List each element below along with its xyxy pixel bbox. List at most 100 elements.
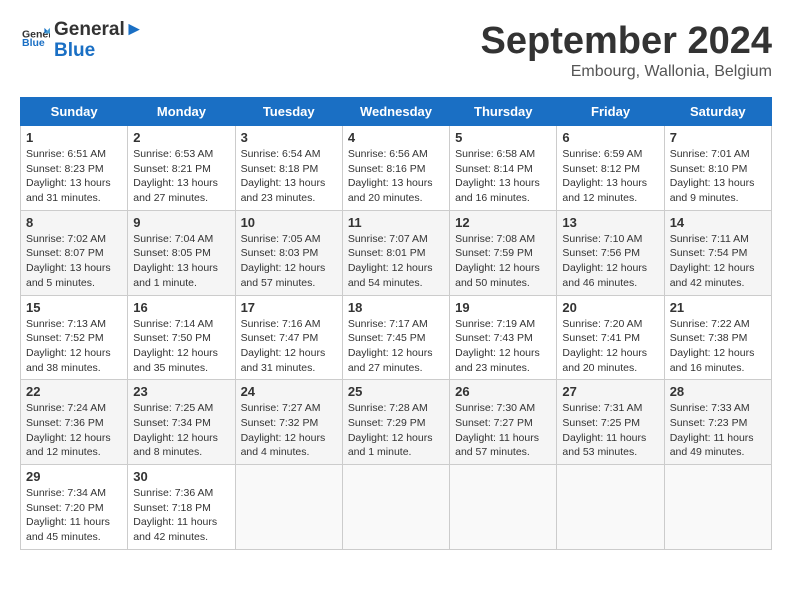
day-number: 9 (133, 215, 229, 230)
day-number: 10 (241, 215, 337, 230)
day-info: Sunrise: 7:31 AM Sunset: 7:25 PM Dayligh… (562, 401, 658, 460)
day-info: Sunrise: 7:24 AM Sunset: 7:36 PM Dayligh… (26, 401, 122, 460)
weekday-header-friday: Friday (557, 98, 664, 126)
empty-cell (557, 465, 664, 550)
day-info: Sunrise: 7:30 AM Sunset: 7:27 PM Dayligh… (455, 401, 551, 460)
day-info: Sunrise: 7:28 AM Sunset: 7:29 PM Dayligh… (348, 401, 444, 460)
day-number: 23 (133, 384, 229, 399)
day-number: 24 (241, 384, 337, 399)
day-number: 2 (133, 130, 229, 145)
empty-cell (235, 465, 342, 550)
day-cell-29: 29 Sunrise: 7:34 AM Sunset: 7:20 PM Dayli… (21, 465, 128, 550)
day-info: Sunrise: 7:17 AM Sunset: 7:45 PM Dayligh… (348, 317, 444, 376)
title-block: September 2024 Embourg, Wallonia, Belgiu… (481, 20, 773, 81)
day-number: 11 (348, 215, 444, 230)
calendar-week-1: 1 Sunrise: 6:51 AM Sunset: 8:23 PM Daylig… (21, 126, 772, 211)
day-number: 20 (562, 300, 658, 315)
day-cell-26: 26 Sunrise: 7:30 AM Sunset: 7:27 PM Dayli… (450, 380, 557, 465)
calendar-week-5: 29 Sunrise: 7:34 AM Sunset: 7:20 PM Dayli… (21, 465, 772, 550)
day-cell-12: 12 Sunrise: 7:08 AM Sunset: 7:59 PM Dayli… (450, 210, 557, 295)
day-info: Sunrise: 7:04 AM Sunset: 8:05 PM Dayligh… (133, 232, 229, 291)
day-number: 25 (348, 384, 444, 399)
day-info: Sunrise: 7:07 AM Sunset: 8:01 PM Dayligh… (348, 232, 444, 291)
day-number: 15 (26, 300, 122, 315)
day-info: Sunrise: 7:19 AM Sunset: 7:43 PM Dayligh… (455, 317, 551, 376)
day-info: Sunrise: 7:27 AM Sunset: 7:32 PM Dayligh… (241, 401, 337, 460)
day-number: 3 (241, 130, 337, 145)
day-info: Sunrise: 7:25 AM Sunset: 7:34 PM Dayligh… (133, 401, 229, 460)
day-number: 13 (562, 215, 658, 230)
day-cell-6: 6 Sunrise: 6:59 AM Sunset: 8:12 PM Daylig… (557, 126, 664, 211)
day-cell-8: 8Sunrise: 7:02 AM Sunset: 8:07 PM Daylig… (21, 210, 128, 295)
day-number: 28 (670, 384, 766, 399)
day-cell-19: 19 Sunrise: 7:19 AM Sunset: 7:43 PM Dayli… (450, 295, 557, 380)
day-number: 27 (562, 384, 658, 399)
day-cell-3: 3 Sunrise: 6:54 AM Sunset: 8:18 PM Daylig… (235, 126, 342, 211)
day-cell-24: 24 Sunrise: 7:27 AM Sunset: 7:32 PM Dayli… (235, 380, 342, 465)
weekday-header-tuesday: Tuesday (235, 98, 342, 126)
day-cell-15: 15Sunrise: 7:13 AM Sunset: 7:52 PM Dayli… (21, 295, 128, 380)
day-info: Sunrise: 7:33 AM Sunset: 7:23 PM Dayligh… (670, 401, 766, 460)
day-number: 5 (455, 130, 551, 145)
day-info: Sunrise: 7:08 AM Sunset: 7:59 PM Dayligh… (455, 232, 551, 291)
day-number: 7 (670, 130, 766, 145)
day-number: 29 (26, 469, 122, 484)
day-cell-22: 22 Sunrise: 7:24 AM Sunset: 7:36 PM Dayli… (21, 380, 128, 465)
day-cell-20: 20 Sunrise: 7:20 AM Sunset: 7:41 PM Dayli… (557, 295, 664, 380)
day-info: Sunrise: 7:10 AM Sunset: 7:56 PM Dayligh… (562, 232, 658, 291)
day-cell-27: 27 Sunrise: 7:31 AM Sunset: 7:25 PM Dayli… (557, 380, 664, 465)
day-number: 6 (562, 130, 658, 145)
day-cell-7: 7 Sunrise: 7:01 AM Sunset: 8:10 PM Daylig… (664, 126, 771, 211)
day-info: Sunrise: 6:58 AM Sunset: 8:14 PM Dayligh… (455, 147, 551, 206)
empty-cell (342, 465, 449, 550)
logo: General Blue General► Blue (20, 20, 144, 62)
day-info: Sunrise: 7:05 AM Sunset: 8:03 PM Dayligh… (241, 232, 337, 291)
day-number: 22 (26, 384, 122, 399)
calendar-week-4: 22 Sunrise: 7:24 AM Sunset: 7:36 PM Dayli… (21, 380, 772, 465)
day-cell-23: 23 Sunrise: 7:25 AM Sunset: 7:34 PM Dayli… (128, 380, 235, 465)
day-cell-28: 28 Sunrise: 7:33 AM Sunset: 7:23 PM Dayli… (664, 380, 771, 465)
day-info: Sunrise: 7:22 AM Sunset: 7:38 PM Dayligh… (670, 317, 766, 376)
day-info: Sunrise: 6:59 AM Sunset: 8:12 PM Dayligh… (562, 147, 658, 206)
day-info: Sunrise: 7:14 AM Sunset: 7:50 PM Dayligh… (133, 317, 229, 376)
calendar-week-3: 15Sunrise: 7:13 AM Sunset: 7:52 PM Dayli… (21, 295, 772, 380)
day-number: 12 (455, 215, 551, 230)
day-cell-11: 11 Sunrise: 7:07 AM Sunset: 8:01 PM Dayli… (342, 210, 449, 295)
day-cell-17: 17Sunrise: 7:16 AM Sunset: 7:47 PM Dayli… (235, 295, 342, 380)
weekday-header-saturday: Saturday (664, 98, 771, 126)
weekday-header-monday: Monday (128, 98, 235, 126)
calendar-table: SundayMondayTuesdayWednesdayThursdayFrid… (20, 97, 772, 550)
day-cell-16: 16 Sunrise: 7:14 AM Sunset: 7:50 PM Dayli… (128, 295, 235, 380)
day-info: Sunrise: 6:53 AM Sunset: 8:21 PM Dayligh… (133, 147, 229, 206)
month-title: September 2024 (481, 20, 773, 63)
weekday-header-sunday: Sunday (21, 98, 128, 126)
empty-cell (450, 465, 557, 550)
day-number: 26 (455, 384, 551, 399)
day-info: Sunrise: 6:56 AM Sunset: 8:16 PM Dayligh… (348, 147, 444, 206)
day-cell-14: 14Sunrise: 7:11 AM Sunset: 7:54 PM Dayli… (664, 210, 771, 295)
day-number: 30 (133, 469, 229, 484)
day-cell-9: 9 Sunrise: 7:04 AM Sunset: 8:05 PM Daylig… (128, 210, 235, 295)
day-info: Sunrise: 7:01 AM Sunset: 8:10 PM Dayligh… (670, 147, 766, 206)
day-cell-5: 5 Sunrise: 6:58 AM Sunset: 8:14 PM Daylig… (450, 126, 557, 211)
day-number: 8 (26, 215, 122, 230)
day-number: 18 (348, 300, 444, 315)
page-header: General Blue General► Blue September 202… (20, 20, 772, 81)
day-cell-4: 4 Sunrise: 6:56 AM Sunset: 8:16 PM Daylig… (342, 126, 449, 211)
weekday-header-thursday: Thursday (450, 98, 557, 126)
day-info: Sunrise: 6:54 AM Sunset: 8:18 PM Dayligh… (241, 147, 337, 206)
day-cell-10: 10 Sunrise: 7:05 AM Sunset: 8:03 PM Dayli… (235, 210, 342, 295)
day-info: Sunrise: 7:20 AM Sunset: 7:41 PM Dayligh… (562, 317, 658, 376)
day-number: 4 (348, 130, 444, 145)
day-number: 19 (455, 300, 551, 315)
calendar-body: 1 Sunrise: 6:51 AM Sunset: 8:23 PM Daylig… (21, 126, 772, 550)
day-info: Sunrise: 6:51 AM Sunset: 8:23 PM Dayligh… (26, 147, 122, 206)
day-cell-13: 13 Sunrise: 7:10 AM Sunset: 7:56 PM Dayli… (557, 210, 664, 295)
weekday-header-wednesday: Wednesday (342, 98, 449, 126)
day-info: Sunrise: 7:34 AM Sunset: 7:20 PM Dayligh… (26, 486, 122, 545)
day-cell-1: 1 Sunrise: 6:51 AM Sunset: 8:23 PM Daylig… (21, 126, 128, 211)
day-number: 17 (241, 300, 337, 315)
day-number: 16 (133, 300, 229, 315)
day-number: 1 (26, 130, 122, 145)
day-number: 21 (670, 300, 766, 315)
